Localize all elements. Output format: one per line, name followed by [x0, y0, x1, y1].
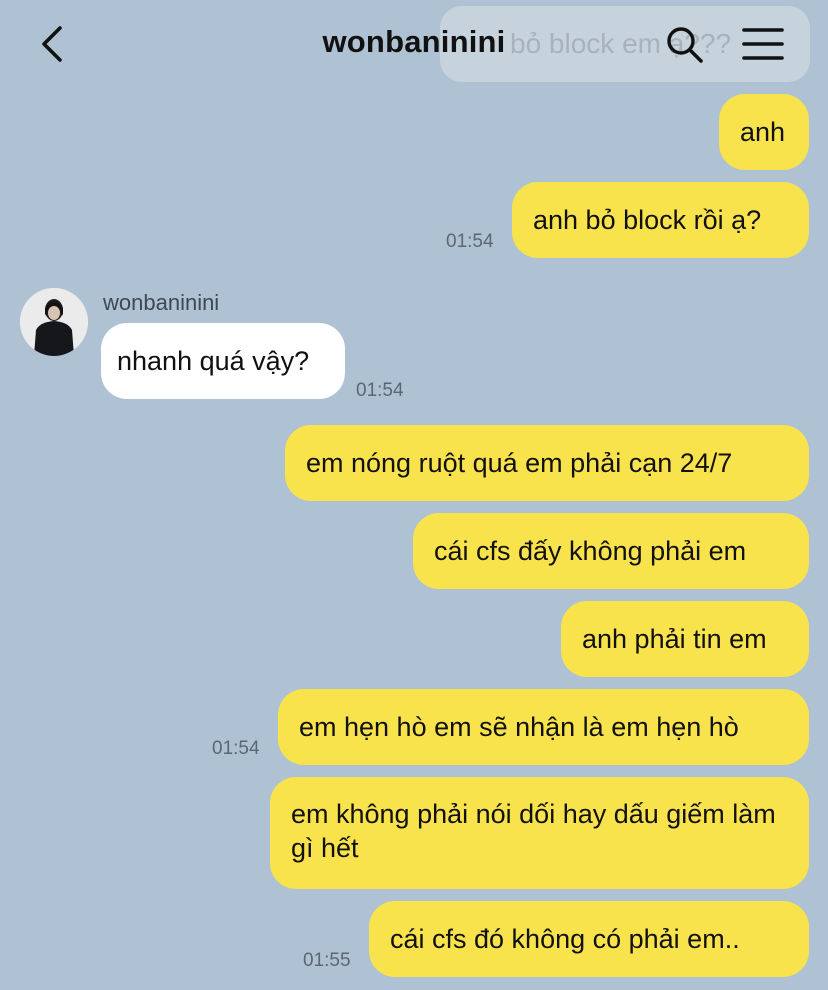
avatar[interactable]	[20, 288, 88, 356]
my-message-bubble[interactable]: em hẹn hò em sẽ nhận là em hẹn hò	[278, 689, 809, 765]
chat-header: bỏ block em ạ??? wonbaninini	[0, 0, 828, 88]
my-message-bubble[interactable]: cái cfs đấy không phải em	[413, 513, 809, 589]
message-timestamp: 01:54	[212, 738, 260, 759]
my-message-bubble[interactable]: anh bỏ block rồi ạ?	[512, 182, 809, 258]
profile-photo-icon	[20, 288, 88, 356]
my-message-bubble[interactable]: anh	[719, 94, 809, 170]
message-timestamp: 01:54	[446, 231, 494, 252]
my-message-bubble[interactable]: em không phải nói dối hay dấu giếm làm g…	[270, 777, 809, 889]
message-timestamp: 01:55	[303, 950, 351, 971]
my-message-bubble[interactable]: cái cfs đó không có phải em..	[369, 901, 809, 977]
their-message-bubble[interactable]: nhanh quá vậy?	[101, 323, 345, 399]
my-message-bubble[interactable]: anh phải tin em	[561, 601, 809, 677]
message-timestamp: 01:54	[356, 380, 404, 401]
my-message-bubble[interactable]: em nóng ruột quá em phải cạn 24/7	[285, 425, 809, 501]
menu-icon[interactable]	[742, 24, 784, 66]
sender-name: wonbaninini	[103, 290, 220, 315]
search-icon[interactable]	[664, 24, 706, 66]
